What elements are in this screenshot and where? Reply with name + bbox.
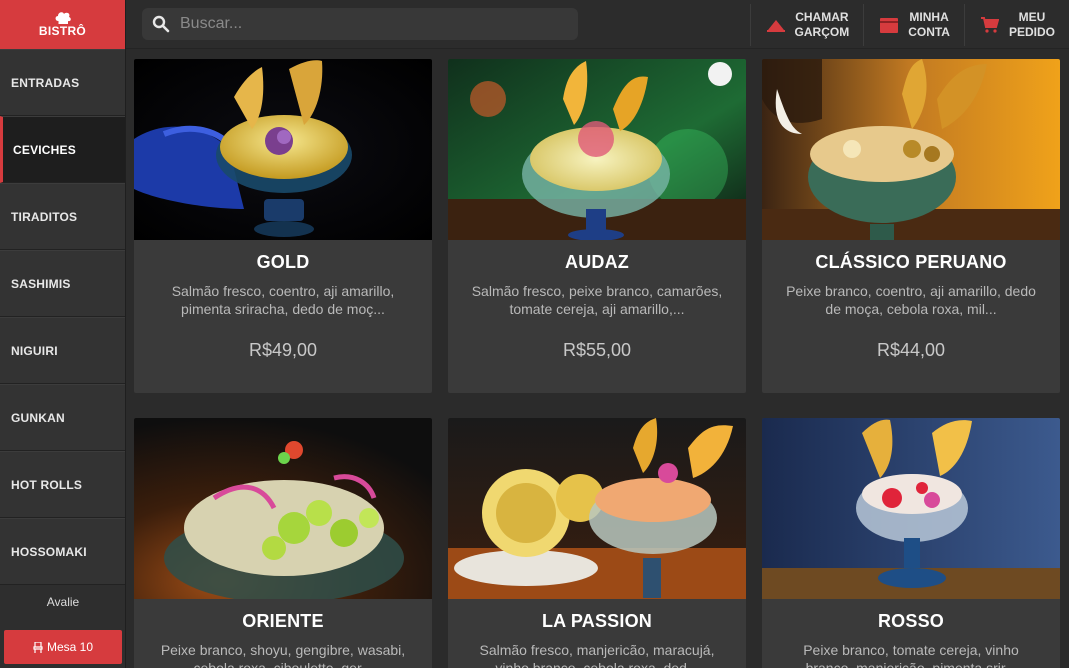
my-bill-line1: MINHA	[909, 10, 949, 24]
product-card-oriente[interactable]: ORIENTE Peixe branco, shoyu, gengibre, w…	[134, 418, 432, 668]
product-card-classico-peruano[interactable]: CLÁSSICO PERUANO Peixe branco, coentro, …	[762, 59, 1060, 393]
product-name: ROSSO	[877, 611, 944, 631]
product-description: Salmão fresco, coentro, aji amarillo, pi…	[171, 283, 395, 317]
search-box	[142, 8, 578, 40]
product-image	[134, 418, 432, 599]
product-card-la-passion[interactable]: LA PASSION Salmão fresco, manjericão, ma…	[448, 418, 746, 668]
product-description: Salmão fresco, peixe branco, camarões, t…	[471, 283, 723, 317]
waiter-bell-icon	[766, 20, 785, 32]
my-order-line2: PEDIDO	[1008, 25, 1055, 39]
product-price: R$55,00	[562, 340, 632, 360]
product-price: R$49,00	[248, 340, 318, 360]
my-bill-button[interactable]: MINHA CONTA	[863, 4, 964, 46]
chair-icon	[33, 641, 43, 653]
product-image	[762, 418, 1060, 599]
product-name: GOLD	[256, 252, 310, 272]
product-price: R$44,00	[876, 340, 946, 360]
product-description: Peixe branco, tomate cereja, vinho branc…	[803, 642, 1019, 668]
sidebar-item-hossomaki[interactable]: HOSSOMAKI	[0, 518, 125, 585]
sidebar-item-entradas[interactable]: ENTRADAS	[0, 49, 125, 116]
product-image	[448, 418, 746, 599]
my-order-button[interactable]: MEU PEDIDO	[963, 4, 1069, 46]
category-nav: ENTRADAS CEVICHES TIRADITOS SASHIMIS NIG…	[0, 49, 125, 585]
product-description: Salmão fresco, manjericão, maracujá, vin…	[479, 642, 715, 668]
chef-hat-icon	[55, 12, 71, 24]
product-image	[448, 59, 746, 240]
cart-icon	[980, 17, 999, 33]
product-card-gold[interactable]: GOLD Salmão fresco, coentro, aji amarill…	[134, 59, 432, 393]
my-bill-line2: CONTA	[908, 25, 950, 39]
top-bar: CHAMAR GARÇOM MINHA CONTA MEU PEDIDO	[126, 0, 1069, 49]
sidebar-item-hot-rolls[interactable]: HOT ROLLS	[0, 451, 125, 518]
product-name: AUDAZ	[565, 252, 629, 272]
sidebar-item-ceviches[interactable]: CEVICHES	[0, 116, 125, 183]
bill-icon	[880, 18, 899, 33]
search-input[interactable]	[180, 15, 560, 33]
call-waiter-button[interactable]: CHAMAR GARÇOM	[749, 4, 864, 46]
brand-logo[interactable]: BISTRÔ	[0, 0, 125, 49]
product-name: LA PASSION	[541, 611, 652, 631]
search-icon[interactable]	[142, 15, 180, 33]
product-name: ORIENTE	[242, 611, 324, 631]
avalie-link[interactable]: Avalie	[0, 595, 126, 609]
product-card-audaz[interactable]: AUDAZ Salmão fresco, peixe branco, camar…	[448, 59, 746, 393]
mesa-button[interactable]: Mesa 10	[4, 630, 122, 664]
mesa-label: Mesa 10	[46, 640, 94, 654]
call-waiter-line1: CHAMAR	[795, 10, 849, 24]
product-image	[762, 59, 1060, 240]
sidebar-item-gunkan[interactable]: GUNKAN	[0, 384, 125, 451]
product-description: Peixe branco, coentro, aji amarillo, ded…	[786, 283, 1036, 317]
product-description: Peixe branco, shoyu, gengibre, wasabi, c…	[160, 642, 406, 668]
sidebar-item-tiraditos[interactable]: TIRADITOS	[0, 183, 125, 250]
sidebar: BISTRÔ ENTRADAS CEVICHES TIRADITOS SASHI…	[0, 0, 126, 668]
my-order-line1: MEU	[1018, 10, 1046, 24]
header-actions: CHAMAR GARÇOM MINHA CONTA MEU PEDIDO	[749, 0, 1069, 49]
call-waiter-line2: GARÇOM	[794, 25, 850, 39]
product-name: CLÁSSICO PERUANO	[815, 252, 1007, 272]
product-image	[134, 59, 432, 240]
brand-name: BISTRÔ	[38, 24, 87, 38]
sidebar-item-sashimis[interactable]: SASHIMIS	[0, 250, 125, 317]
product-card-rosso[interactable]: ROSSO Peixe branco, tomate cereja, vinho…	[762, 418, 1060, 668]
sidebar-item-niguiri[interactable]: NIGUIRI	[0, 317, 125, 384]
